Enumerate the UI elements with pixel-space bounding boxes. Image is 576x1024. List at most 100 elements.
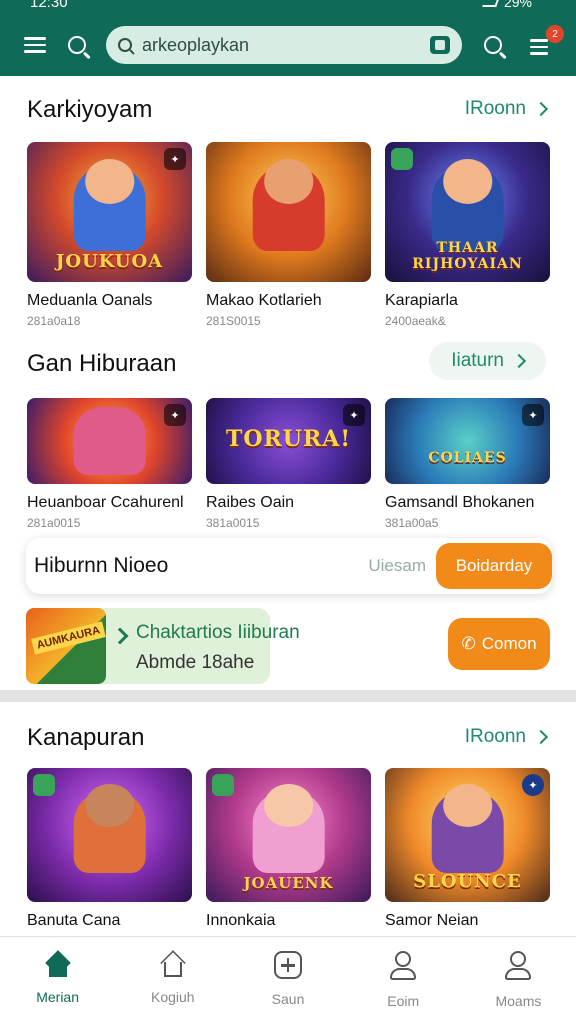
corner-badge-icon: ✦ bbox=[164, 404, 186, 426]
game-card[interactable]: JOAUENK Innonkaia bbox=[206, 768, 371, 930]
game-thumbnail: ✦ SLOUNCE bbox=[385, 768, 550, 902]
game-row: ✦ Heuanboar Ccahurenl 281a0015 ✦ TORURA!… bbox=[27, 398, 550, 530]
menu-button[interactable] bbox=[18, 28, 52, 62]
user-icon bbox=[389, 951, 417, 981]
search-bar[interactable] bbox=[106, 26, 462, 64]
nav-label: Moams bbox=[495, 993, 542, 1009]
chevron-right-icon bbox=[111, 627, 129, 645]
game-card[interactable]: Banuta Cana bbox=[27, 768, 192, 930]
corner-badge-icon: ✦ bbox=[522, 774, 544, 796]
game-row: ✦ JOUKUOA Meduanla Oanals 281a0a18 Makao… bbox=[27, 142, 550, 328]
promo-button[interactable]: ✆ Comon bbox=[448, 618, 550, 670]
search-icon bbox=[484, 36, 502, 54]
game-thumbnail: ✦ bbox=[27, 398, 192, 484]
profile-icon bbox=[504, 951, 532, 981]
game-meta: 2400aeak& bbox=[385, 314, 446, 328]
see-all-link[interactable]: IRoonn bbox=[464, 98, 549, 120]
signal-icon bbox=[482, 0, 500, 7]
game-card[interactable]: ✦ COLIAES Gamsandl Bhokanen 381a00a5 bbox=[385, 398, 550, 530]
game-name: Meduanla Oanals bbox=[27, 292, 153, 309]
nav-label: Merian bbox=[36, 989, 79, 1005]
cart-button[interactable]: 2 bbox=[524, 25, 564, 62]
game-meta: 381a00a5 bbox=[385, 516, 439, 530]
game-art-title: THAAR RIJHOYAIAN bbox=[412, 240, 523, 272]
hamburger-icon bbox=[24, 33, 46, 57]
status-icons: 29% bbox=[482, 0, 532, 10]
game-thumbnail: ✦ TORURA! bbox=[206, 398, 371, 484]
promo-image: AUMKAURA bbox=[26, 608, 106, 684]
search-input[interactable] bbox=[142, 34, 412, 56]
section-title: Gan Hiburaan bbox=[27, 350, 177, 377]
game-name: Raibes Oain bbox=[206, 494, 295, 511]
nav-item-saun[interactable]: Saun bbox=[230, 937, 345, 1024]
chevron-right-icon bbox=[533, 729, 549, 745]
gamepad-icon bbox=[274, 951, 302, 979]
nav-label: Eoim bbox=[387, 993, 420, 1009]
section-divider bbox=[0, 690, 576, 702]
corner-badge-icon bbox=[33, 774, 55, 796]
search-icon bbox=[118, 38, 132, 52]
search-button-right[interactable] bbox=[476, 28, 510, 62]
game-card[interactable]: ✦ TORURA! Raibes Oain 381a0015 bbox=[206, 398, 371, 530]
corner-badge-icon bbox=[391, 148, 413, 170]
see-all-link[interactable]: Iiaturn bbox=[429, 342, 546, 380]
video-bar-hint: Uiesam bbox=[368, 556, 426, 575]
video-bar-button[interactable]: Boidarday bbox=[436, 543, 552, 589]
game-card[interactable]: ✦ JOUKUOA Meduanla Oanals 281a0a18 bbox=[27, 142, 192, 328]
main-content: Karkiyoyam IRoonn ✦ JOUKUOA Meduanla Oan… bbox=[0, 76, 576, 936]
section-title: Karkiyoyam bbox=[27, 96, 153, 123]
promo-badge: AUMKAURA bbox=[31, 621, 106, 655]
game-meta: 281a0015 bbox=[27, 516, 81, 530]
see-all-link[interactable]: IRoonn bbox=[464, 726, 549, 748]
game-thumbnail: JOAUENK bbox=[206, 768, 371, 902]
game-card[interactable]: ✦ Heuanboar Ccahurenl 281a0015 bbox=[27, 398, 192, 530]
promo-subtitle: Abmde 18ahe bbox=[136, 652, 255, 673]
game-card[interactable]: THAAR RIJHOYAIAN Karapiarla 2400aeak& bbox=[385, 142, 550, 328]
camera-icon[interactable] bbox=[430, 36, 450, 54]
game-art-title: COLIAES bbox=[428, 450, 507, 466]
nav-label: Saun bbox=[271, 991, 305, 1007]
game-thumbnail bbox=[27, 768, 192, 902]
game-art-title: JOUKUOA bbox=[55, 251, 164, 272]
game-art-title: JOAUENK bbox=[243, 874, 334, 892]
nav-item-home[interactable]: Merian bbox=[0, 937, 115, 1024]
nav-item-kogiuh[interactable]: Kogiuh bbox=[115, 937, 230, 1024]
promo-banner[interactable]: AUMKAURA Chaktartios Iiiburan Abmde 18ah… bbox=[26, 608, 300, 684]
game-name: Samor Neian bbox=[385, 912, 479, 929]
cart-icon: 2 bbox=[530, 25, 564, 55]
see-all-label: IRoonn bbox=[464, 726, 526, 747]
chevron-right-icon bbox=[511, 353, 527, 369]
see-all-label: Iiaturn bbox=[451, 350, 504, 371]
nav-label: Kogiuh bbox=[151, 989, 195, 1005]
status-time: 12:30 bbox=[30, 0, 68, 11]
phone-icon: ✆ bbox=[461, 634, 476, 653]
corner-badge-icon bbox=[212, 774, 234, 796]
game-name: Gamsandl Bhokanen bbox=[385, 494, 535, 511]
game-name: Innonkaia bbox=[206, 912, 276, 929]
corner-badge-icon: ✦ bbox=[522, 404, 544, 426]
game-card[interactable]: Makao Kotlarieh 281S0015 bbox=[206, 142, 371, 328]
promo-button-label: Comon bbox=[481, 634, 537, 653]
game-meta: 381a0015 bbox=[206, 516, 260, 530]
character-head bbox=[263, 784, 314, 827]
battery-text: 29% bbox=[503, 0, 532, 10]
video-search-bar[interactable]: Hiburnn Nioeo Uiesam Boidarday bbox=[26, 538, 552, 594]
search-button[interactable] bbox=[60, 28, 94, 62]
nav-item-eoim[interactable]: Eoim bbox=[346, 937, 461, 1024]
character-head bbox=[442, 158, 493, 204]
game-thumbnail: THAAR RIJHOYAIAN bbox=[385, 142, 550, 282]
search-icon bbox=[68, 36, 86, 54]
nav-item-moams[interactable]: Moams bbox=[461, 937, 576, 1024]
game-card[interactable]: ✦ SLOUNCE Samor Neian bbox=[385, 768, 550, 930]
character-head bbox=[263, 158, 314, 204]
see-all-label: IRoonn bbox=[464, 98, 526, 119]
game-meta: 281a0a18 bbox=[27, 314, 81, 328]
game-thumbnail bbox=[206, 142, 371, 282]
section-title: Kanapuran bbox=[27, 724, 145, 751]
game-name: Heuanboar Ccahurenl bbox=[27, 494, 184, 511]
corner-badge-icon: ✦ bbox=[343, 404, 365, 426]
game-art-title: SLOUNCE bbox=[413, 871, 522, 892]
chevron-right-icon bbox=[533, 101, 549, 117]
game-name: Banuta Cana bbox=[27, 912, 121, 929]
character-head bbox=[442, 784, 493, 827]
